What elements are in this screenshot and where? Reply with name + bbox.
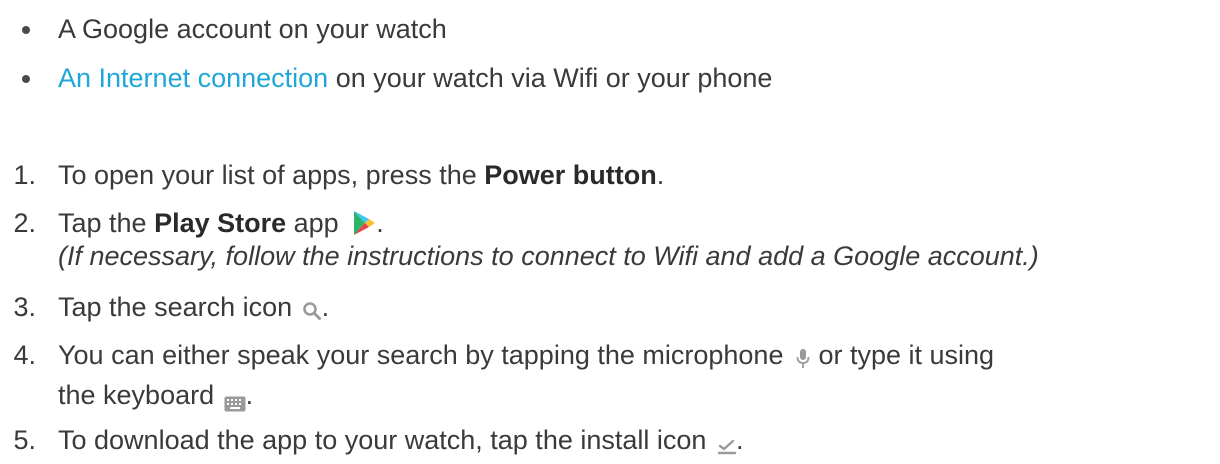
play-store-label: Play Store (154, 208, 287, 238)
step-number: 3. (13, 292, 36, 322)
step-text-continued: the keyboard . (58, 380, 254, 412)
step-number: 5. (13, 425, 36, 455)
internet-connection-link[interactable]: An Internet connection (58, 63, 328, 93)
requirement-line: An Internet connection on your watch via… (58, 60, 772, 96)
step-number: 2. (13, 208, 36, 238)
step-text: To open your list of apps, press the Pow… (58, 160, 665, 190)
install-icon (717, 428, 737, 455)
step-number: 1. (13, 160, 36, 190)
bullet-dot (22, 26, 30, 34)
power-button-label: Power button (484, 160, 657, 190)
requirement-text: on your watch via Wifi or your phone (328, 63, 773, 93)
step-text: Tap the search icon . (58, 292, 330, 322)
microphone-icon (795, 343, 811, 368)
keyboard-icon (224, 385, 246, 412)
step-number: 4. (13, 340, 36, 370)
requirement-text: A Google account on your watch (58, 14, 447, 44)
step-note: (If necessary, follow the instructions t… (58, 241, 1039, 271)
step-text: To download the app to your watch, tap t… (58, 425, 744, 455)
search-icon (302, 294, 322, 320)
step-text: Tap the Play Store app . (58, 208, 384, 238)
bullet-dot (22, 75, 30, 83)
step-text: You can either speak your search by tapp… (58, 340, 995, 370)
play-store-icon (352, 209, 376, 235)
